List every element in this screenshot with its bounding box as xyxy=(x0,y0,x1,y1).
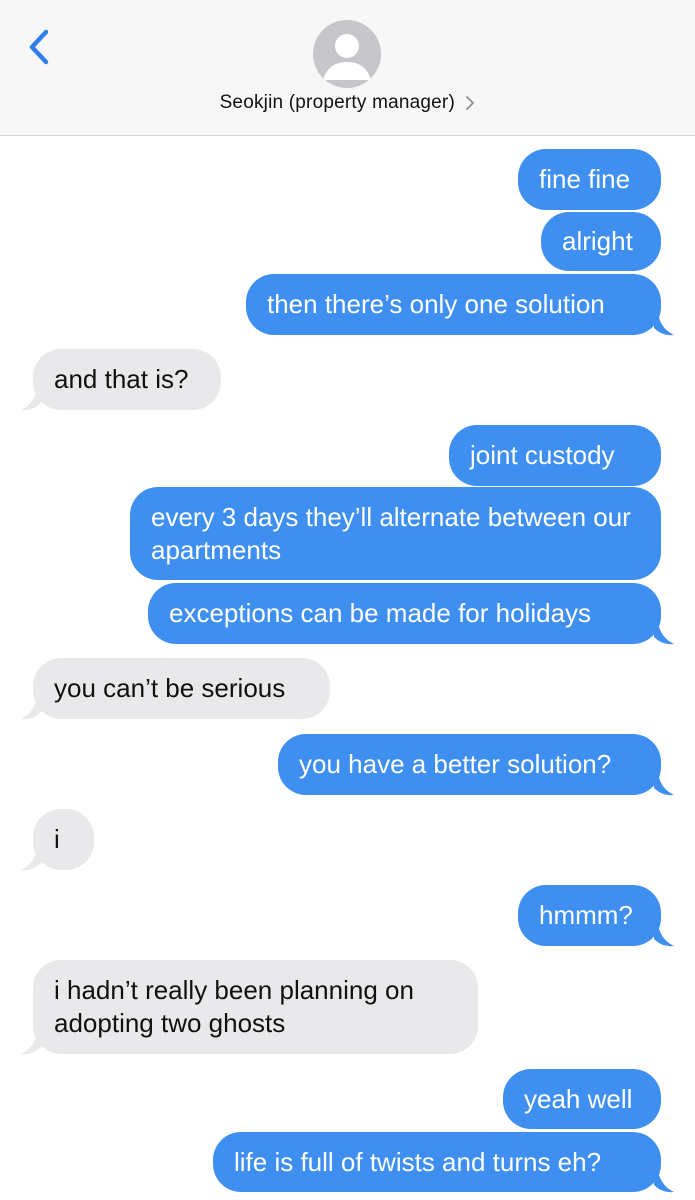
sent-message-bubble[interactable]: life is full of twists and turns eh? xyxy=(213,1132,661,1192)
received-message-bubble[interactable]: you can’t be serious xyxy=(33,658,330,719)
sent-message-bubble[interactable]: you have a better solution? xyxy=(278,734,661,795)
bubble-tail xyxy=(654,924,674,947)
bubble-tail xyxy=(654,313,674,336)
sent-message-bubble[interactable]: alright xyxy=(541,212,661,271)
message-thread: fine fine alright then there’s only one … xyxy=(0,0,695,1200)
sent-message-bubble[interactable]: joint custody xyxy=(449,425,661,486)
bubble-tail xyxy=(21,697,41,720)
sent-message-bubble[interactable]: yeah well xyxy=(503,1069,661,1129)
bubble-tail xyxy=(21,848,41,871)
received-message-bubble[interactable]: i xyxy=(33,809,94,870)
bubble-tail xyxy=(21,388,41,411)
sent-message-bubble[interactable]: exceptions can be made for holidays xyxy=(148,583,661,644)
received-message-bubble[interactable]: i hadn’t really been planning on adoptin… xyxy=(33,960,478,1054)
bubble-tail xyxy=(654,622,674,645)
bubble-tail xyxy=(654,773,674,796)
bubble-tail xyxy=(654,1170,674,1193)
sent-message-bubble[interactable]: then there’s only one solution xyxy=(246,274,661,335)
received-message-bubble[interactable]: and that is? xyxy=(33,349,221,410)
sent-message-bubble[interactable]: fine fine xyxy=(518,149,661,210)
sent-message-bubble[interactable]: hmmm? xyxy=(518,885,661,946)
bubble-tail xyxy=(21,1032,41,1055)
sent-message-bubble[interactable]: every 3 days they’ll alternate between o… xyxy=(130,487,661,580)
